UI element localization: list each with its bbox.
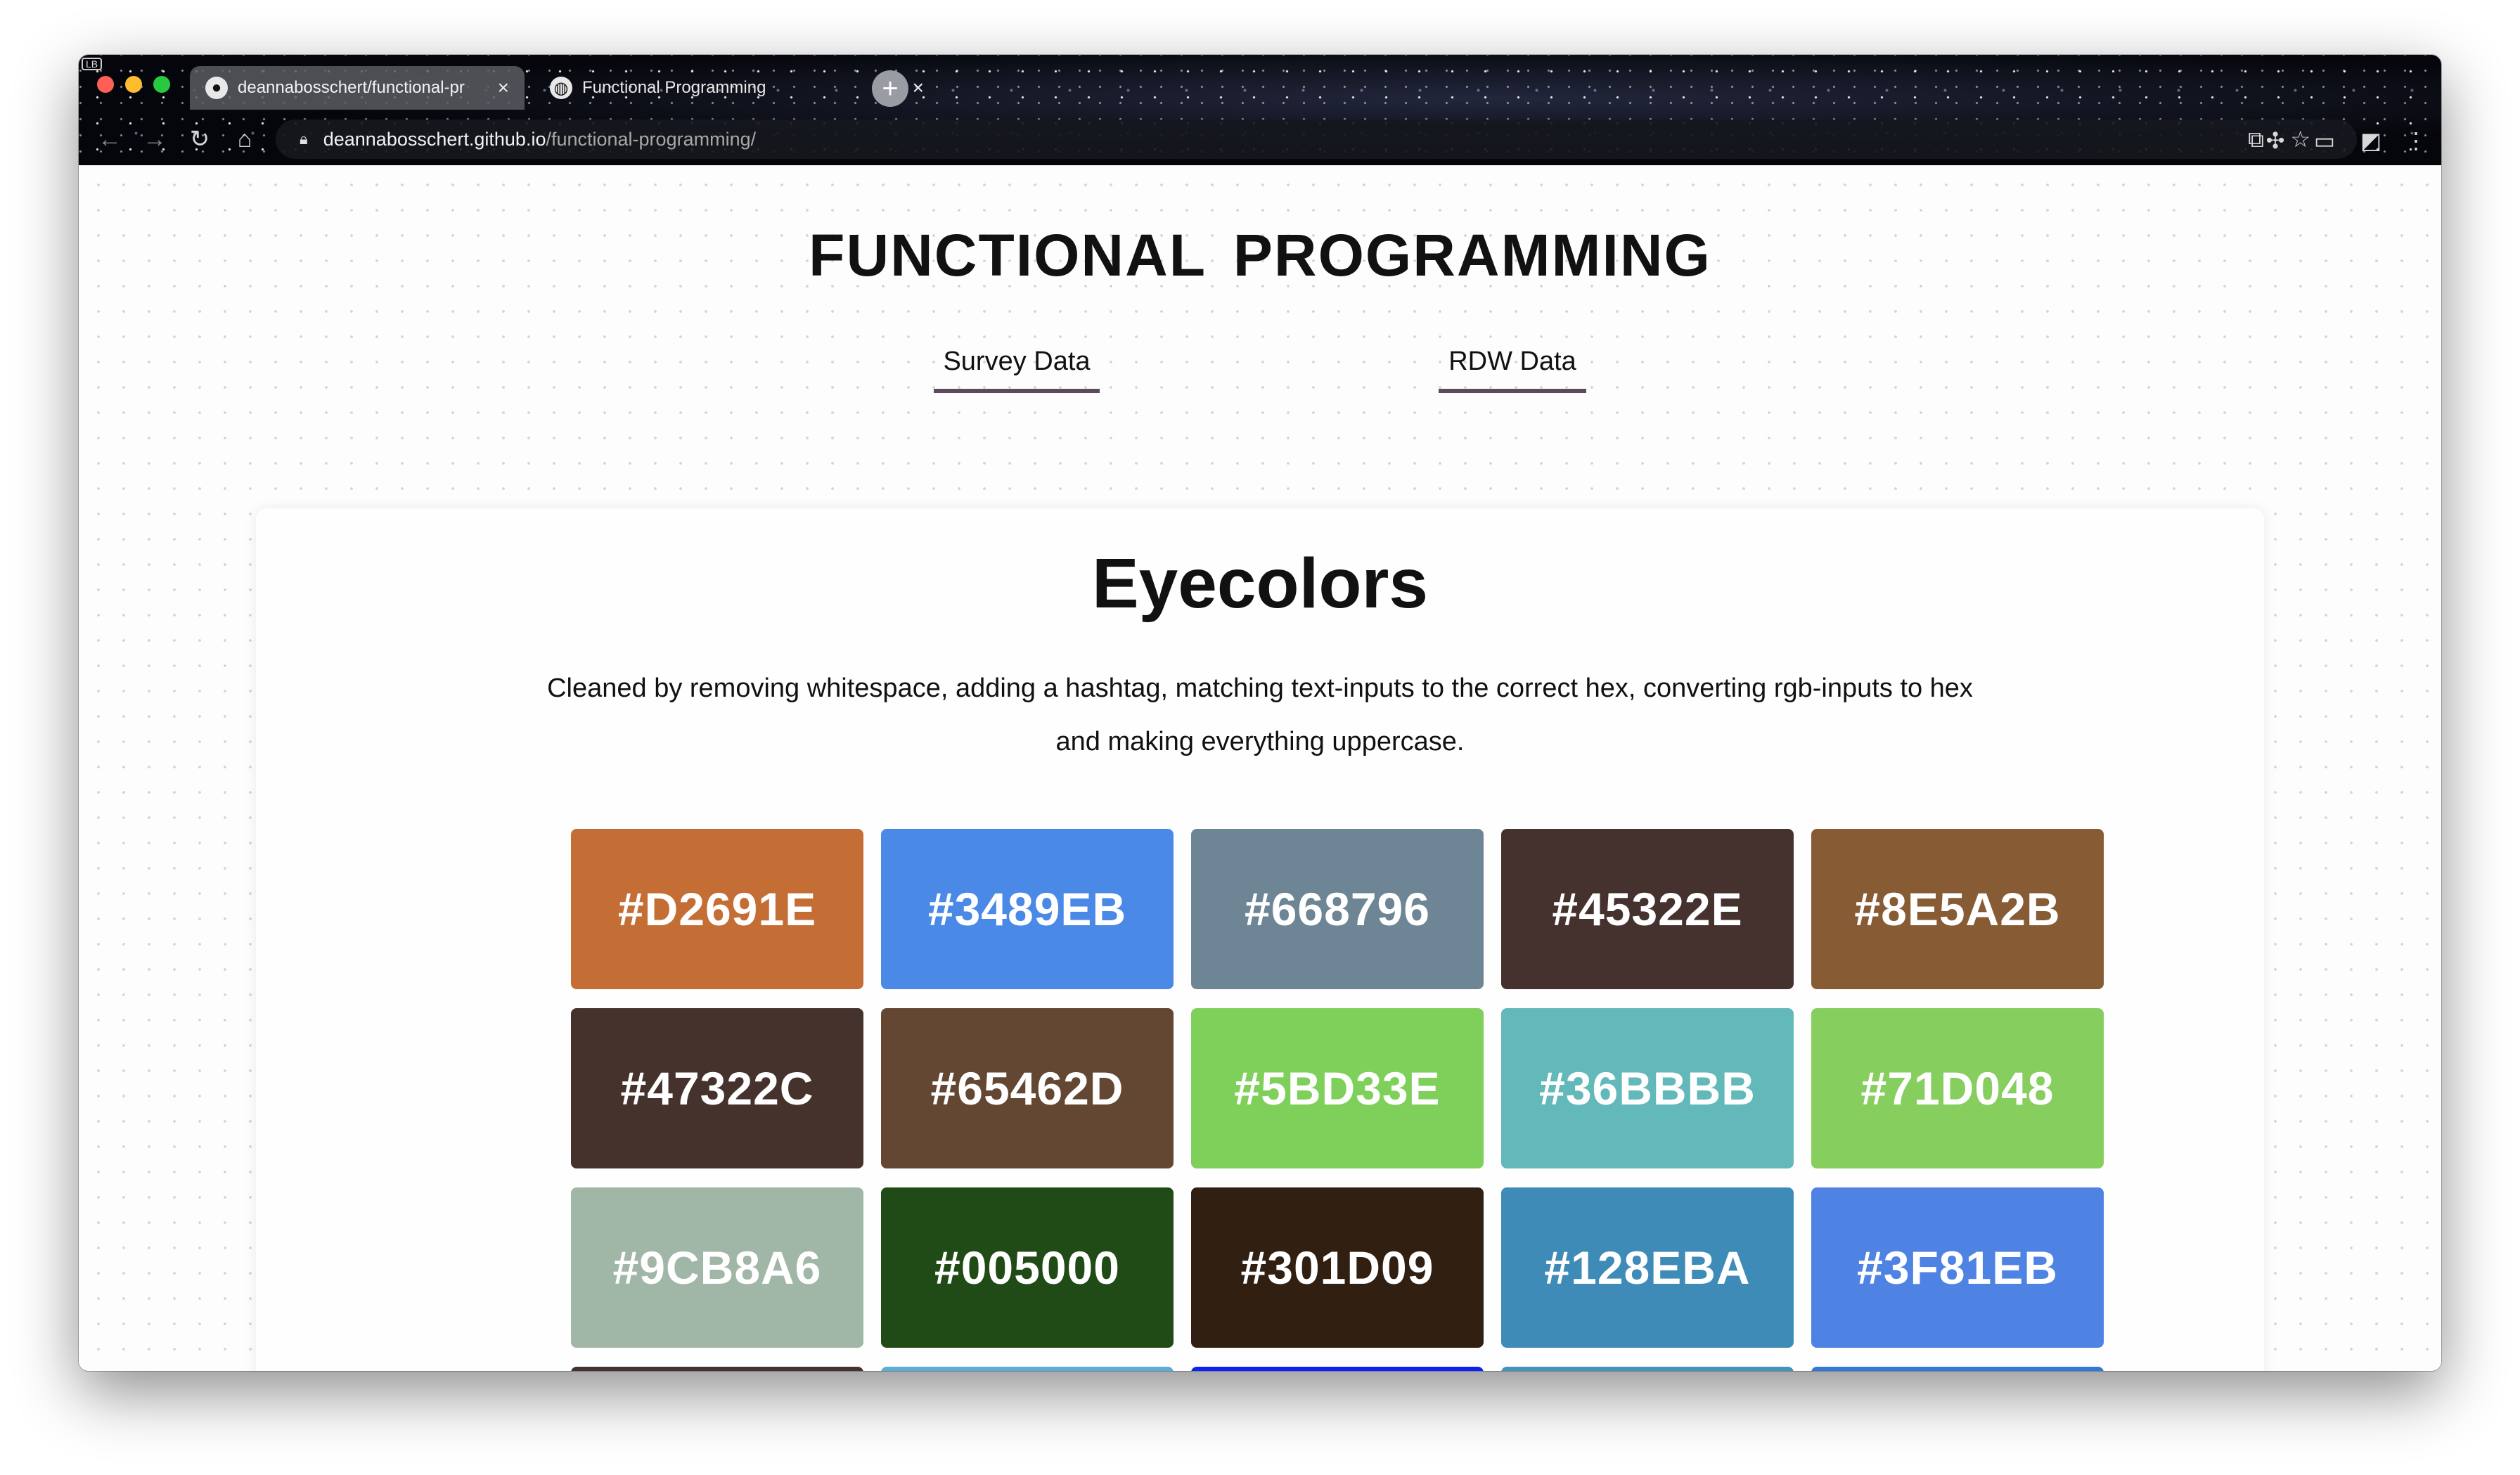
color-swatch: #128EBA [1501,1187,1794,1348]
color-swatch: #36BBBB [1501,1008,1794,1168]
minimize-window-button[interactable] [125,76,142,93]
content-card: Eyecolors Cleaned by removing whitespace… [256,508,2264,1371]
globe-icon: ◍ [550,77,572,99]
close-icon[interactable]: × [498,77,509,99]
color-swatch: #3F81EB [1811,1187,2104,1348]
color-swatch: #65462D [881,1008,1174,1168]
back-arrow-icon[interactable]: ← [93,122,127,156]
color-swatch [881,1367,1174,1371]
color-swatch [1191,1367,1484,1371]
color-swatch: #005000 [881,1187,1174,1348]
menu-dots-icon[interactable]: ⋮ [2399,124,2433,157]
page-content: FUNCTIONAL PROGRAMMING Survey Data RDW D… [79,165,2441,1371]
color-swatch: #301D09 [1191,1187,1484,1348]
address-bar[interactable]: 🔒︎ deannabosschert.github.io/functional-… [276,120,2357,159]
nav-link-survey-data[interactable]: Survey Data [934,347,1100,393]
tab-github[interactable]: ● deannabosschert/functional-pr × [190,66,525,110]
url-domain: deannabosschert.github.io [323,128,546,150]
color-swatch [571,1367,863,1371]
color-swatch: #71D048 [1811,1008,2104,1168]
maximize-window-button[interactable] [153,76,170,93]
page-title: FUNCTIONAL PROGRAMMING [809,222,1711,288]
extensions-puzzle-icon[interactable]: ✣ [2258,124,2292,157]
nav-link-rdw-data[interactable]: RDW Data [1439,347,1586,393]
close-icon[interactable]: × [913,77,924,99]
color-swatch: #9CB8A6 [571,1187,863,1348]
browser-window: LB ● deannabosschert/functional-pr × ◍ F… [79,55,2441,1371]
browser-chrome: LB ● deannabosschert/functional-pr × ◍ F… [79,55,2441,165]
profile-badge[interactable]: LB [82,58,103,70]
color-swatch [1501,1367,1794,1371]
color-swatch: #D2691E [571,829,863,989]
lock-icon: 🔒︎ [300,130,308,148]
tab-title: deannabosschert/functional-pr [238,78,465,97]
color-swatch: #45322E [1501,829,1794,989]
tab-title: Functional Programming [582,78,766,97]
browser-toolbar: ← → ↻ ⌂ 🔒︎ deannabosschert.github.io/fun… [79,117,2441,163]
color-swatch [1811,1367,2104,1371]
cast-icon[interactable]: ▭ [2308,124,2341,157]
extension-icon[interactable]: ◩ [2354,124,2388,157]
color-swatch: #8E5A2B [1811,829,2104,989]
reload-icon[interactable]: ↻ [183,122,217,156]
color-swatch: #47322C [571,1008,863,1168]
home-icon[interactable]: ⌂ [228,122,262,156]
close-window-button[interactable] [97,76,114,93]
section-heading: Eyecolors [1091,544,1429,623]
section-description: Cleaned by removing whitespace, adding a… [547,674,1973,756]
color-swatch: #3489EB [881,829,1174,989]
color-swatch: #5BD33E [1191,1008,1484,1168]
color-swatch: #668796 [1191,829,1484,989]
forward-arrow-icon[interactable]: → [138,122,172,156]
new-tab-button[interactable]: + [872,70,908,107]
url-path: /functional-programming/ [546,128,757,150]
github-icon: ● [205,77,228,99]
